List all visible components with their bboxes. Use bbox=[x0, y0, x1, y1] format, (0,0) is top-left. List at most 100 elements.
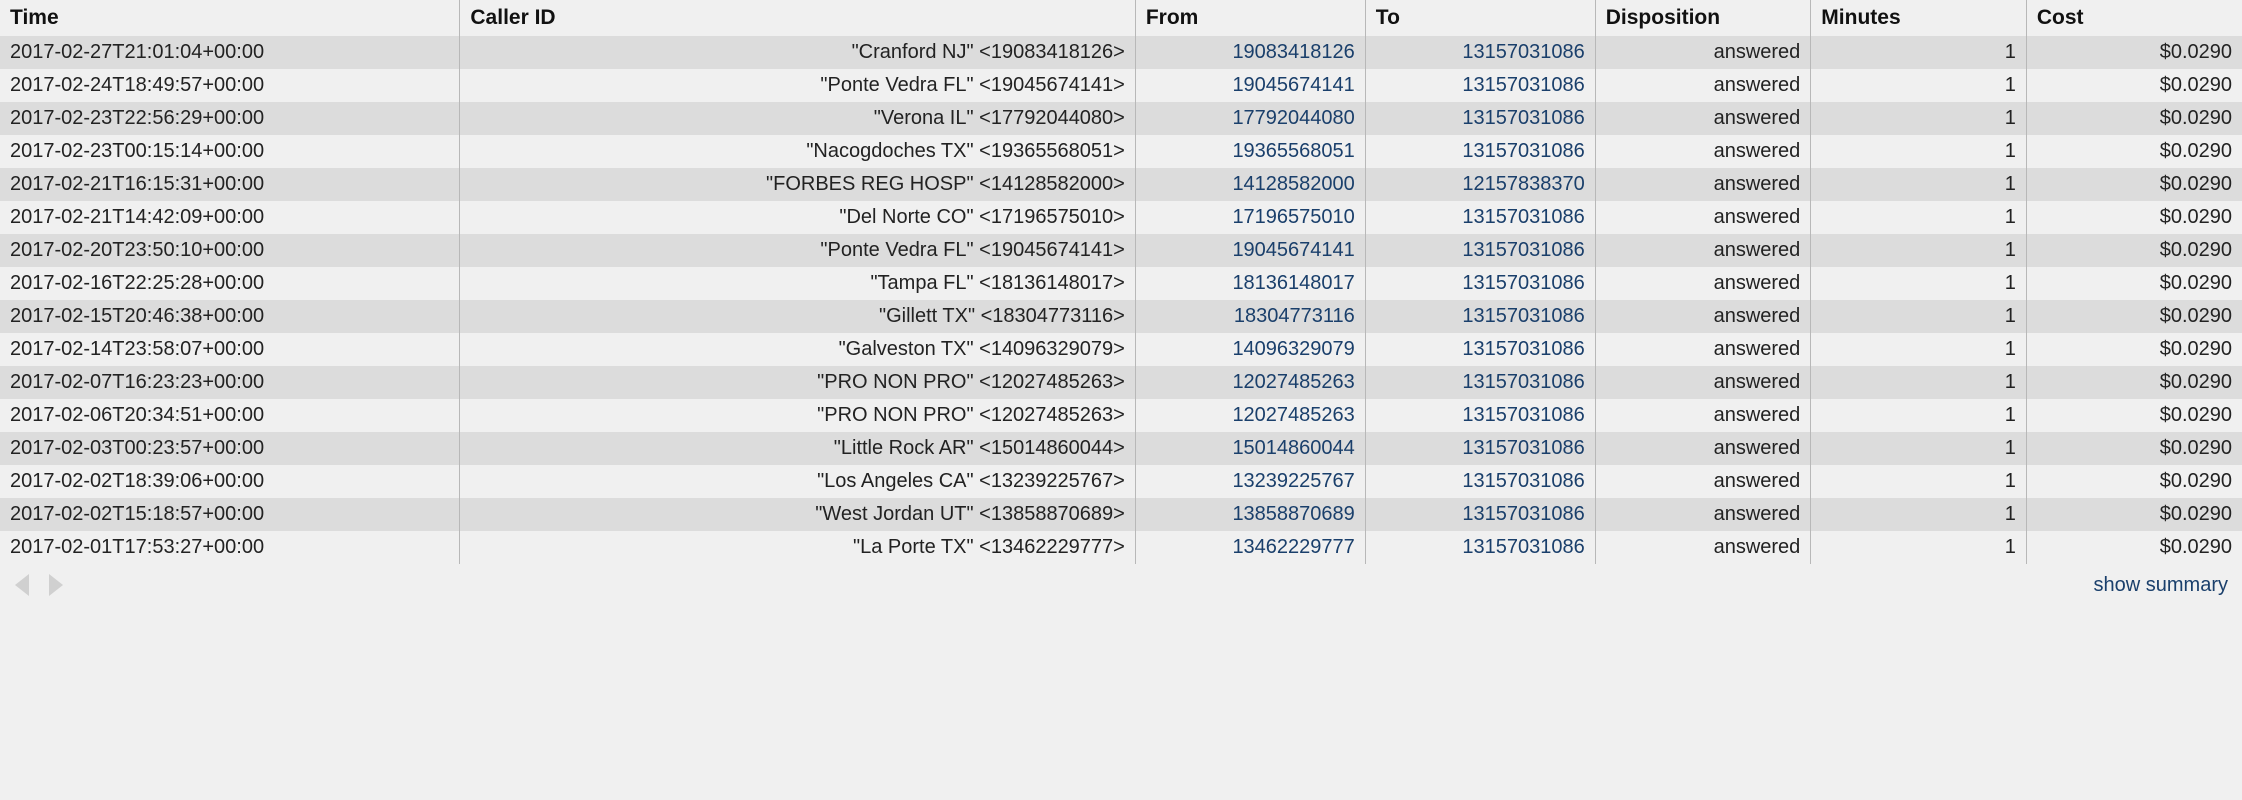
cell-time: 2017-02-23T00:15:14+00:00 bbox=[0, 135, 460, 168]
cell-minutes: 1 bbox=[1811, 366, 2027, 399]
cell-to: 13157031086 bbox=[1365, 102, 1595, 135]
cell-from: 13858870689 bbox=[1135, 498, 1365, 531]
cell-minutes: 1 bbox=[1811, 300, 2027, 333]
table-row[interactable]: 2017-02-20T23:50:10+00:00"Ponte Vedra FL… bbox=[0, 234, 2242, 267]
cell-to: 13157031086 bbox=[1365, 201, 1595, 234]
cell-from: 18304773116 bbox=[1135, 300, 1365, 333]
table-row[interactable]: 2017-02-24T18:49:57+00:00"Ponte Vedra FL… bbox=[0, 69, 2242, 102]
cell-minutes: 1 bbox=[1811, 498, 2027, 531]
cell-caller: "PRO NON PRO" <12027485263> bbox=[460, 366, 1135, 399]
cell-to: 13157031086 bbox=[1365, 333, 1595, 366]
col-header-caller[interactable]: Caller ID bbox=[460, 0, 1135, 36]
cell-minutes: 1 bbox=[1811, 102, 2027, 135]
table-row[interactable]: 2017-02-16T22:25:28+00:00"Tampa FL" <181… bbox=[0, 267, 2242, 300]
table-row[interactable]: 2017-02-06T20:34:51+00:00"PRO NON PRO" <… bbox=[0, 399, 2242, 432]
table-row[interactable]: 2017-02-03T00:23:57+00:00"Little Rock AR… bbox=[0, 432, 2242, 465]
cell-time: 2017-02-27T21:01:04+00:00 bbox=[0, 36, 460, 69]
cell-caller: "Little Rock AR" <15014860044> bbox=[460, 432, 1135, 465]
cell-to: 13157031086 bbox=[1365, 300, 1595, 333]
cell-time: 2017-02-16T22:25:28+00:00 bbox=[0, 267, 460, 300]
cell-minutes: 1 bbox=[1811, 399, 2027, 432]
cell-time: 2017-02-07T16:23:23+00:00 bbox=[0, 366, 460, 399]
cell-disposition: answered bbox=[1595, 498, 1811, 531]
col-header-from[interactable]: From bbox=[1135, 0, 1365, 36]
cell-from: 13462229777 bbox=[1135, 531, 1365, 564]
cell-cost: $0.0290 bbox=[2026, 168, 2242, 201]
show-summary-link[interactable]: show summary bbox=[2094, 574, 2228, 597]
cell-minutes: 1 bbox=[1811, 432, 2027, 465]
cell-disposition: answered bbox=[1595, 168, 1811, 201]
cell-minutes: 1 bbox=[1811, 465, 2027, 498]
cell-caller: "West Jordan UT" <13858870689> bbox=[460, 498, 1135, 531]
cell-cost: $0.0290 bbox=[2026, 36, 2242, 69]
col-header-to[interactable]: To bbox=[1365, 0, 1595, 36]
cell-to: 13157031086 bbox=[1365, 399, 1595, 432]
cell-from: 17196575010 bbox=[1135, 201, 1365, 234]
cell-time: 2017-02-15T20:46:38+00:00 bbox=[0, 300, 460, 333]
cell-from: 15014860044 bbox=[1135, 432, 1365, 465]
cell-to: 13157031086 bbox=[1365, 531, 1595, 564]
table-row[interactable]: 2017-02-15T20:46:38+00:00"Gillett TX" <1… bbox=[0, 300, 2242, 333]
cell-disposition: answered bbox=[1595, 234, 1811, 267]
cell-disposition: answered bbox=[1595, 36, 1811, 69]
triangle-right-icon bbox=[45, 572, 65, 598]
cell-cost: $0.0290 bbox=[2026, 201, 2242, 234]
cell-caller: "PRO NON PRO" <12027485263> bbox=[460, 399, 1135, 432]
cell-cost: $0.0290 bbox=[2026, 432, 2242, 465]
cell-disposition: answered bbox=[1595, 102, 1811, 135]
table-row[interactable]: 2017-02-07T16:23:23+00:00"PRO NON PRO" <… bbox=[0, 366, 2242, 399]
pager bbox=[10, 570, 68, 600]
cell-cost: $0.0290 bbox=[2026, 366, 2242, 399]
cell-minutes: 1 bbox=[1811, 267, 2027, 300]
cell-time: 2017-02-24T18:49:57+00:00 bbox=[0, 69, 460, 102]
col-header-cost[interactable]: Cost bbox=[2026, 0, 2242, 36]
cell-minutes: 1 bbox=[1811, 333, 2027, 366]
cell-caller: "La Porte TX" <13462229777> bbox=[460, 531, 1135, 564]
cell-cost: $0.0290 bbox=[2026, 531, 2242, 564]
cell-caller: "Gillett TX" <18304773116> bbox=[460, 300, 1135, 333]
table-row[interactable]: 2017-02-23T00:15:14+00:00"Nacogdoches TX… bbox=[0, 135, 2242, 168]
cell-caller: "Del Norte CO" <17196575010> bbox=[460, 201, 1135, 234]
cell-from: 19083418126 bbox=[1135, 36, 1365, 69]
cell-caller: "Los Angeles CA" <13239225767> bbox=[460, 465, 1135, 498]
cell-cost: $0.0290 bbox=[2026, 102, 2242, 135]
table-row[interactable]: 2017-02-02T15:18:57+00:00"West Jordan UT… bbox=[0, 498, 2242, 531]
cell-from: 14096329079 bbox=[1135, 333, 1365, 366]
cell-cost: $0.0290 bbox=[2026, 465, 2242, 498]
table-row[interactable]: 2017-02-27T21:01:04+00:00"Cranford NJ" <… bbox=[0, 36, 2242, 69]
cell-to: 13157031086 bbox=[1365, 465, 1595, 498]
cell-time: 2017-02-06T20:34:51+00:00 bbox=[0, 399, 460, 432]
col-header-disposition[interactable]: Disposition bbox=[1595, 0, 1811, 36]
cell-disposition: answered bbox=[1595, 201, 1811, 234]
table-row[interactable]: 2017-02-21T16:15:31+00:00"FORBES REG HOS… bbox=[0, 168, 2242, 201]
table-row[interactable]: 2017-02-21T14:42:09+00:00"Del Norte CO" … bbox=[0, 201, 2242, 234]
col-header-time[interactable]: Time bbox=[0, 0, 460, 36]
cell-to: 13157031086 bbox=[1365, 36, 1595, 69]
cell-from: 14128582000 bbox=[1135, 168, 1365, 201]
cell-from: 18136148017 bbox=[1135, 267, 1365, 300]
cell-minutes: 1 bbox=[1811, 168, 2027, 201]
col-header-minutes[interactable]: Minutes bbox=[1811, 0, 2027, 36]
cell-caller: "Nacogdoches TX" <19365568051> bbox=[460, 135, 1135, 168]
cell-disposition: answered bbox=[1595, 267, 1811, 300]
cell-caller: "Tampa FL" <18136148017> bbox=[460, 267, 1135, 300]
cell-time: 2017-02-23T22:56:29+00:00 bbox=[0, 102, 460, 135]
cell-minutes: 1 bbox=[1811, 531, 2027, 564]
next-page-button[interactable] bbox=[42, 570, 68, 600]
table-row[interactable]: 2017-02-02T18:39:06+00:00"Los Angeles CA… bbox=[0, 465, 2242, 498]
cell-minutes: 1 bbox=[1811, 36, 2027, 69]
table-row[interactable]: 2017-02-01T17:53:27+00:00"La Porte TX" <… bbox=[0, 531, 2242, 564]
prev-page-button[interactable] bbox=[10, 570, 36, 600]
cell-minutes: 1 bbox=[1811, 234, 2027, 267]
cell-from: 19045674141 bbox=[1135, 234, 1365, 267]
cell-from: 12027485263 bbox=[1135, 366, 1365, 399]
table-row[interactable]: 2017-02-14T23:58:07+00:00"Galveston TX" … bbox=[0, 333, 2242, 366]
cell-cost: $0.0290 bbox=[2026, 399, 2242, 432]
cell-disposition: answered bbox=[1595, 300, 1811, 333]
table-row[interactable]: 2017-02-23T22:56:29+00:00"Verona IL" <17… bbox=[0, 102, 2242, 135]
cell-disposition: answered bbox=[1595, 531, 1811, 564]
cell-from: 17792044080 bbox=[1135, 102, 1365, 135]
cell-cost: $0.0290 bbox=[2026, 333, 2242, 366]
cell-disposition: answered bbox=[1595, 69, 1811, 102]
cell-time: 2017-02-01T17:53:27+00:00 bbox=[0, 531, 460, 564]
